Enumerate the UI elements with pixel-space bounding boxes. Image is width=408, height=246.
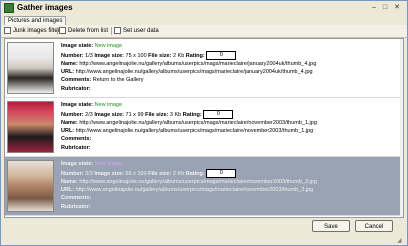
size-label: Image size: bbox=[94, 111, 124, 118]
url-value: http://www.angelinajolie.nu/gallery/albu… bbox=[75, 69, 313, 75]
filesize-label: File size: bbox=[148, 170, 172, 177]
size-value: 66 x 100 bbox=[125, 170, 147, 177]
rating-input[interactable]: 0 bbox=[206, 51, 237, 60]
image-list-item-selected[interactable]: Image state: New image Number: 3/3 Image… bbox=[5, 157, 403, 216]
save-button[interactable]: Save bbox=[312, 220, 350, 232]
rating-label: Rating: bbox=[185, 52, 205, 59]
gather-images-icon bbox=[4, 3, 14, 13]
image-list-item[interactable]: Image state: New image Number: 1/3 Image… bbox=[5, 39, 403, 98]
filesize-value: 3 Kb bbox=[169, 111, 182, 118]
comments-label: Comments: bbox=[61, 77, 92, 83]
name-label: Name: bbox=[61, 61, 78, 67]
comments-value: Return to the Gallery bbox=[92, 77, 144, 83]
delete-icon bbox=[59, 26, 66, 34]
number-label: Number: bbox=[61, 52, 84, 59]
window-title: Gather images bbox=[17, 3, 73, 12]
url-label: URL: bbox=[61, 187, 75, 193]
filesize-label: File size: bbox=[148, 52, 172, 59]
url-label: URL: bbox=[61, 128, 75, 134]
image-list-item[interactable]: Image state: New image Number: 2/3 Image… bbox=[5, 98, 403, 157]
delete-from-list-label: Delete from list bbox=[68, 28, 109, 34]
filesize-value: 2 Kb bbox=[172, 170, 185, 177]
state-label: Image state: bbox=[61, 43, 94, 49]
maximize-icon[interactable]: □ bbox=[380, 3, 390, 13]
image-thumbnail bbox=[7, 42, 54, 94]
number-label: Number: bbox=[61, 111, 84, 118]
rubricator-label: Rubricator: bbox=[61, 86, 91, 92]
image-thumbnail bbox=[7, 101, 54, 153]
filter-icon bbox=[4, 26, 11, 34]
set-user-data-label: Set user data bbox=[123, 28, 159, 34]
name-label: Name: bbox=[61, 179, 78, 185]
tab-bar: Pictures and images bbox=[1, 15, 407, 26]
number-value: 3/3 bbox=[85, 170, 93, 177]
cancel-button[interactable]: Cancel bbox=[355, 220, 393, 232]
image-thumbnail bbox=[7, 160, 54, 212]
gather-images-window: Gather images – □ ✕ Pictures and images … bbox=[0, 0, 408, 246]
state-label: Image state: bbox=[61, 102, 94, 108]
url-value: http://www.angelinajolie.nu/gallery/albu… bbox=[75, 128, 314, 134]
url-value: http://www.angelinajolie.nu/gallery/albu… bbox=[75, 187, 314, 193]
junk-images-filter-label: Junk images filter bbox=[13, 28, 60, 34]
image-state-value: New image bbox=[94, 43, 123, 49]
state-label: Image state: bbox=[61, 161, 94, 167]
size-label: Image size: bbox=[94, 170, 124, 177]
junk-images-filter-button[interactable]: Junk images filter bbox=[4, 26, 60, 36]
url-label: URL: bbox=[61, 69, 75, 75]
toolbar-separator bbox=[111, 27, 112, 35]
rubricator-label: Rubricator: bbox=[61, 145, 91, 151]
comments-label: Comments: bbox=[61, 195, 92, 201]
number-value: 2/3 bbox=[85, 111, 93, 118]
rating-input[interactable]: 0 bbox=[203, 110, 234, 119]
image-state-value: New image bbox=[94, 102, 123, 108]
name-value: http://www.angelinajolie.nu/gallery/albu… bbox=[79, 61, 317, 67]
size-value: 71 x 99 bbox=[125, 111, 144, 118]
user-data-icon bbox=[114, 26, 121, 34]
number-value: 1/3 bbox=[85, 52, 93, 59]
rubricator-label: Rubricator: bbox=[61, 204, 91, 210]
name-value: http://www.angelinajolie.nu/gallery/albu… bbox=[79, 179, 317, 185]
delete-from-list-button[interactable]: Delete from list bbox=[59, 26, 108, 36]
title-bar: Gather images – □ ✕ bbox=[1, 1, 407, 15]
comments-label: Comments: bbox=[61, 136, 92, 142]
number-label: Number: bbox=[61, 170, 84, 177]
name-label: Name: bbox=[61, 120, 78, 126]
toolbar: Junk images filter Delete from list Set … bbox=[1, 25, 407, 38]
vertical-scrollbar[interactable] bbox=[400, 39, 403, 217]
minimize-icon[interactable]: – bbox=[369, 3, 379, 13]
rating-input[interactable]: 0 bbox=[206, 169, 237, 178]
rating-label: Rating: bbox=[182, 111, 202, 118]
close-icon[interactable]: ✕ bbox=[392, 3, 402, 13]
rating-label: Rating: bbox=[185, 170, 205, 177]
image-state-value: New image bbox=[94, 161, 123, 167]
toolbar-separator bbox=[57, 27, 58, 35]
resize-grip-icon[interactable]: ◢ bbox=[397, 237, 405, 244]
filesize-value: 2 Kb bbox=[172, 52, 185, 59]
set-user-data-button[interactable]: Set user data bbox=[114, 26, 159, 36]
name-value: http://www.angelinajolie.nu/gallery/albu… bbox=[79, 120, 317, 126]
filesize-label: File size: bbox=[145, 111, 169, 118]
image-list[interactable]: Image state: New image Number: 1/3 Image… bbox=[4, 38, 404, 218]
size-value: 75 x 100 bbox=[125, 52, 147, 59]
size-label: Image size: bbox=[94, 52, 124, 59]
